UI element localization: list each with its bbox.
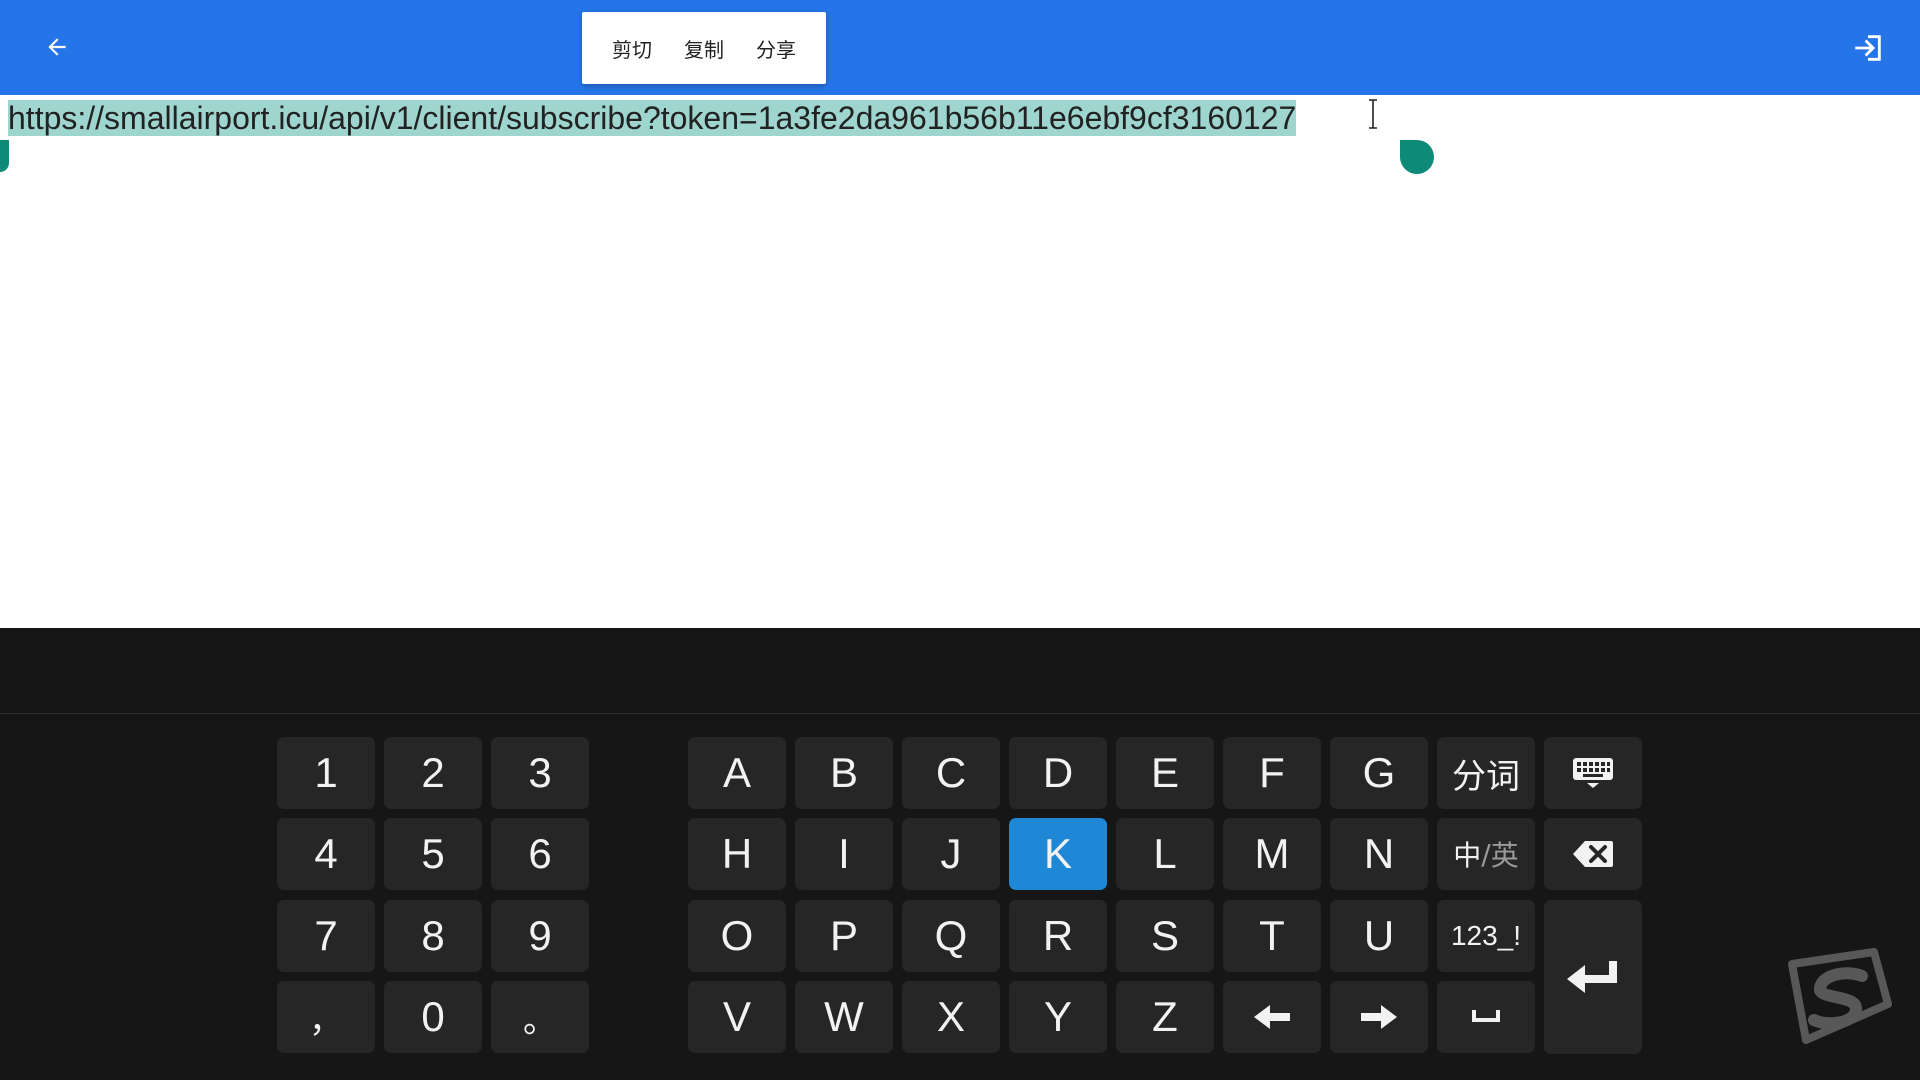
key-7[interactable]: 7 [277, 900, 375, 972]
key-w[interactable]: W [795, 981, 893, 1053]
lang-en-label: 英 [1490, 839, 1519, 872]
language-toggle-key[interactable]: 中 / 英 [1437, 818, 1535, 890]
key-f[interactable]: F [1223, 737, 1321, 809]
key-n[interactable]: N [1330, 818, 1428, 890]
key-q[interactable]: Q [902, 900, 1000, 972]
cursor-right-key[interactable] [1330, 981, 1428, 1053]
key-m[interactable]: M [1223, 818, 1321, 890]
cursor-left-key[interactable] [1223, 981, 1321, 1053]
share-menu-item[interactable]: 分享 [740, 12, 812, 84]
selected-text: https://smallairport.icu/api/v1/client/s… [8, 100, 1297, 136]
key-6[interactable]: 6 [491, 818, 589, 890]
cut-menu-item[interactable]: 剪切 [596, 12, 668, 84]
key-9[interactable]: 9 [491, 900, 589, 972]
hide-keyboard-key[interactable] [1544, 737, 1642, 809]
key-p[interactable]: P [795, 900, 893, 972]
text-editor-area[interactable] [0, 95, 1920, 628]
key-e[interactable]: E [1116, 737, 1214, 809]
space-icon [1472, 1010, 1500, 1022]
selection-end-handle[interactable] [1400, 140, 1434, 174]
key-y[interactable]: Y [1009, 981, 1107, 1053]
lang-zh-label: 中 [1453, 839, 1482, 872]
copy-menu-item[interactable]: 复制 [668, 12, 740, 84]
key-i[interactable]: I [795, 818, 893, 890]
key-3[interactable]: 3 [491, 737, 589, 809]
key-8[interactable]: 8 [384, 900, 482, 972]
segment-key[interactable]: 分词 [1437, 737, 1535, 809]
selection-start-handle[interactable] [0, 140, 9, 172]
key-a[interactable]: A [688, 737, 786, 809]
key-k[interactable]: K [1009, 818, 1107, 890]
key-l[interactable]: L [1116, 818, 1214, 890]
candidate-bar [0, 628, 1920, 713]
arrow-left-icon [1254, 1005, 1290, 1029]
back-button[interactable] [34, 24, 80, 70]
key-x[interactable]: X [902, 981, 1000, 1053]
lang-separator: / [1481, 837, 1491, 871]
key-period[interactable]: 。 [491, 981, 589, 1053]
key-0[interactable]: 0 [384, 981, 482, 1053]
key-2[interactable]: 2 [384, 737, 482, 809]
arrow-left-icon [48, 38, 66, 56]
key-c[interactable]: C [902, 737, 1000, 809]
key-j[interactable]: J [902, 818, 1000, 890]
key-d[interactable]: D [1009, 737, 1107, 809]
key-4[interactable]: 4 [277, 818, 375, 890]
key-5[interactable]: 5 [384, 818, 482, 890]
arrow-right-icon [1361, 1005, 1397, 1029]
app-bar: 剪切 复制 分享 [0, 0, 1920, 95]
enter-key[interactable] [1544, 900, 1642, 1054]
space-key[interactable] [1437, 981, 1535, 1053]
key-g[interactable]: G [1330, 737, 1428, 809]
keyboard-icon [1573, 758, 1613, 788]
enter-icon [1567, 961, 1617, 993]
key-o[interactable]: O [688, 900, 786, 972]
backspace-icon [1573, 841, 1613, 867]
sign-in-icon [1855, 35, 1881, 61]
key-v[interactable]: V [688, 981, 786, 1053]
exit-button[interactable] [1844, 24, 1892, 72]
key-u[interactable]: U [1330, 900, 1428, 972]
backspace-key[interactable] [1544, 818, 1642, 890]
key-1[interactable]: 1 [277, 737, 375, 809]
url-text-field[interactable]: https://smallairport.icu/api/v1/client/s… [8, 96, 1297, 140]
key-comma[interactable]: ， [277, 981, 375, 1053]
key-z[interactable]: Z [1116, 981, 1214, 1053]
key-t[interactable]: T [1223, 900, 1321, 972]
key-h[interactable]: H [688, 818, 786, 890]
key-b[interactable]: B [795, 737, 893, 809]
text-cursor-icon [1369, 99, 1377, 129]
key-s[interactable]: S [1116, 900, 1214, 972]
on-screen-keyboard: 1 2 3 4 5 6 7 8 9 ， 0 。 A B C D E F G 分词… [0, 714, 1920, 1080]
symbols-key[interactable]: 123_! [1437, 900, 1535, 972]
key-r[interactable]: R [1009, 900, 1107, 972]
s-logo-icon [1788, 948, 1892, 1044]
text-selection-menu: 剪切 复制 分享 [582, 12, 826, 84]
